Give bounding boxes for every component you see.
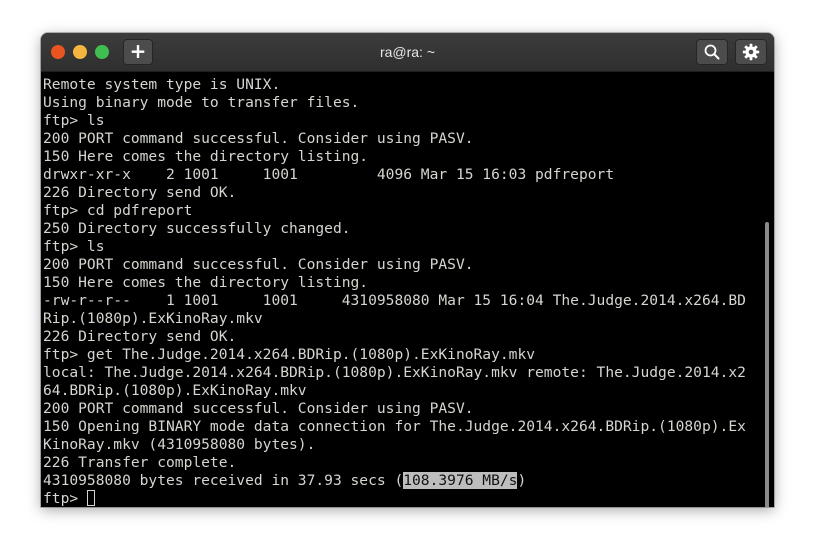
prompt-line[interactable]: ftp> xyxy=(43,490,746,507)
terminal-line: drwxr-xr-x 2 1001 1001 4096 Mar 15 16:03… xyxy=(43,166,615,183)
terminal-line: 226 Transfer complete. xyxy=(43,454,237,471)
terminal-line: 150 Here comes the directory listing. xyxy=(43,274,369,291)
settings-button[interactable] xyxy=(735,39,767,65)
window-title: ra@ra: ~ xyxy=(379,44,436,60)
terminal-line: Rip.(1080p).ExKinoRay.mkv xyxy=(43,310,263,327)
terminal-line: 64.BDRip.(1080p).ExKinoRay.mkv xyxy=(43,382,307,399)
terminal-line: 200 PORT command successful. Consider us… xyxy=(43,256,474,273)
terminal-line: KinoRay.mkv (4310958080 bytes). xyxy=(43,436,316,453)
gear-icon xyxy=(742,43,760,61)
terminal-line: 226 Directory send OK. xyxy=(43,184,237,201)
terminal-line: Using binary mode to transfer files. xyxy=(43,94,360,111)
text-cursor xyxy=(86,490,95,506)
terminal-output[interactable]: Remote system type is UNIX. Using binary… xyxy=(41,72,774,507)
terminal-line: 226 Directory send OK. xyxy=(43,328,237,345)
terminal-line: 150 Here comes the directory listing. xyxy=(43,148,369,165)
transfer-suffix: ) xyxy=(517,472,527,489)
terminal-line: ftp> ls xyxy=(43,238,105,255)
ftp-prompt: ftp> xyxy=(43,490,87,507)
terminal-line: 150 Opening BINARY mode data connection … xyxy=(43,418,746,435)
terminal-line: ftp> ls xyxy=(43,112,105,129)
search-button[interactable] xyxy=(696,39,728,65)
scrollbar[interactable] xyxy=(765,222,769,507)
terminal-line: local: The.Judge.2014.x264.BDRip.(1080p)… xyxy=(43,364,746,381)
terminal-line: ftp> cd pdfreport xyxy=(43,202,193,219)
terminal-line: 200 PORT command successful. Consider us… xyxy=(43,130,474,147)
title-bar: + ra@ra: ~ xyxy=(41,33,774,72)
transfer-prefix: 4310958080 bytes received in 37.93 secs … xyxy=(43,472,404,489)
terminal-line: 200 PORT command successful. Consider us… xyxy=(43,400,474,417)
terminal-window: + ra@ra: ~ Remote system type is UNIX. U… xyxy=(41,33,774,507)
selected-transfer-rate[interactable]: 108.3976 MB/s xyxy=(403,472,518,489)
terminal-line: ftp> get The.Judge.2014.x264.BDRip.(1080… xyxy=(43,346,536,363)
terminal-line: Remote system type is UNIX. xyxy=(43,76,281,93)
terminal-line: 250 Directory successfully changed. xyxy=(43,220,351,237)
search-icon xyxy=(704,44,720,60)
terminal-lines: Remote system type is UNIX. Using binary… xyxy=(43,76,746,507)
terminal-line: -rw-r--r-- 1 1001 1001 4310958080 Mar 15… xyxy=(43,292,746,309)
transfer-rate-line: 4310958080 bytes received in 37.93 secs … xyxy=(43,472,746,490)
